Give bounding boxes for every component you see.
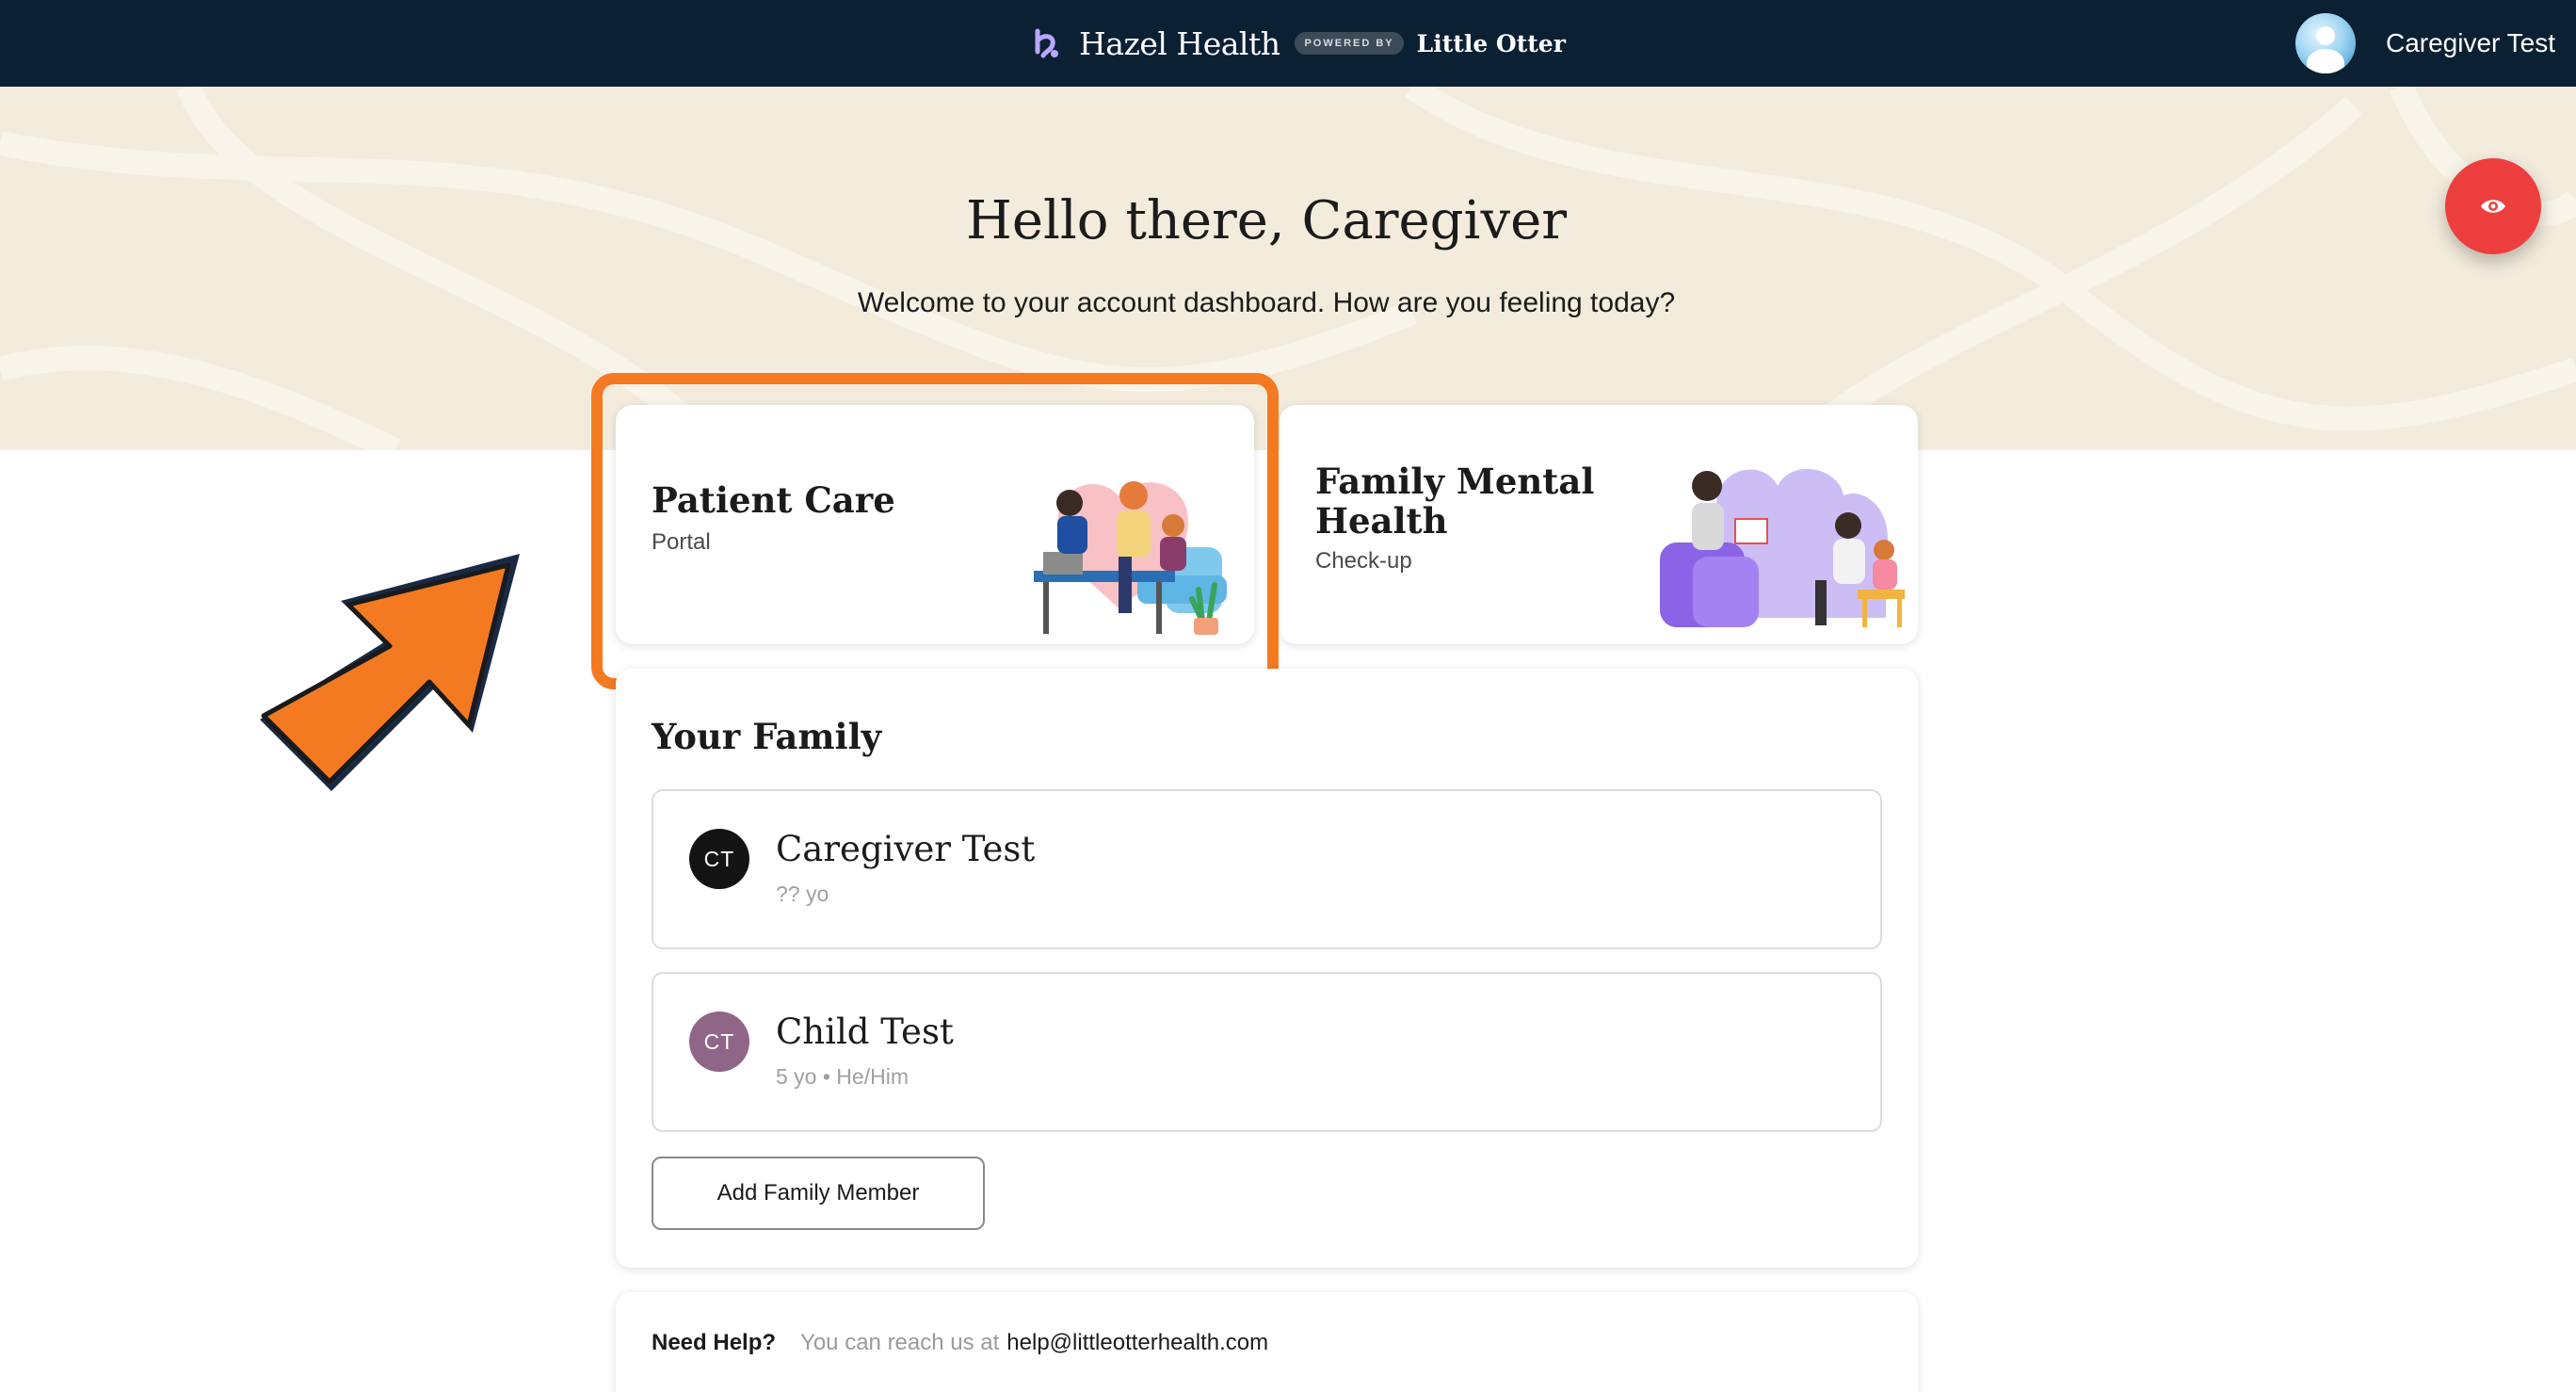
hero-banner: Hello there, Caregiver Welcome to your a… <box>0 87 2576 450</box>
user-name[interactable]: Caregiver Test <box>2386 28 2555 58</box>
annotation-arrow-icon <box>260 554 520 791</box>
brand[interactable]: Hazel Health POWERED BY Little Otter <box>1032 17 1566 70</box>
eye-toggle-button[interactable] <box>2445 158 2541 254</box>
user-menu[interactable]: Caregiver Test <box>2294 8 2555 79</box>
your-family-panel: Your Family CT Caregiver Test ?? yo CT C… <box>616 669 1918 1268</box>
partner-name: Little Otter <box>1416 29 1566 57</box>
help-text: You can reach us at <box>800 1330 1000 1355</box>
highlight-box-annotation <box>591 373 1279 689</box>
member-avatar: CT <box>689 829 749 889</box>
hazel-logo-icon <box>1035 28 1058 58</box>
member-avatar: CT <box>689 1012 749 1072</box>
your-family-heading: Your Family <box>652 716 882 757</box>
member-meta: ?? yo <box>776 882 829 906</box>
powered-by-badge: POWERED BY <box>1295 32 1404 55</box>
help-bar: Need Help? You can reach us at help@litt… <box>616 1292 1918 1392</box>
eye-icon <box>2481 200 2505 213</box>
family-mental-health-illustration <box>1660 468 1905 627</box>
hero-title: Hello there, Caregiver <box>966 190 1567 251</box>
hero-wave-pattern <box>0 87 2576 450</box>
family-member-row[interactable]: CT Caregiver Test ?? yo <box>652 789 1882 949</box>
add-family-member-button[interactable]: Add Family Member <box>652 1157 985 1230</box>
user-avatar-icon[interactable] <box>2294 13 2356 73</box>
family-mental-health-title: Family Mental Health <box>1315 461 1595 542</box>
member-meta: 5 yo • He/Him <box>776 1064 909 1089</box>
hero-subtitle: Welcome to your account dashboard. How a… <box>857 287 1676 318</box>
member-name: Caregiver Test <box>776 829 1036 869</box>
family-member-row[interactable]: CT Child Test 5 yo • He/Him <box>652 972 1882 1132</box>
family-mental-health-card[interactable]: Family Mental Health Check-up <box>1280 405 1918 644</box>
help-email-link[interactable]: help@littleotterhealth.com <box>1006 1330 1268 1356</box>
brand-name: Hazel Health <box>1079 24 1280 62</box>
family-mental-health-subtitle: Check-up <box>1315 548 1412 574</box>
member-name: Child Test <box>776 1012 954 1052</box>
help-label: Need Help? <box>652 1330 777 1355</box>
top-navigation-bar: Hazel Health POWERED BY Little Otter Car… <box>0 0 2576 87</box>
